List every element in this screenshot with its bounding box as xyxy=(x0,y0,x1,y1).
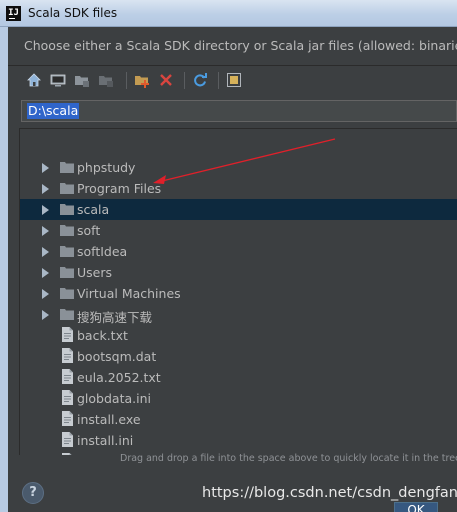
desktop-icon[interactable] xyxy=(50,72,66,88)
tree-folder-row[interactable]: Virtual Machines xyxy=(20,283,457,304)
tree-file-row[interactable]: install.ini xyxy=(20,430,457,451)
tree-folder-row[interactable]: scala xyxy=(20,199,457,220)
toolbar-separator xyxy=(126,72,127,89)
expand-arrow-icon[interactable] xyxy=(42,163,49,173)
tree-item-label: Users xyxy=(77,265,113,280)
tree-file-row[interactable]: bootsqm.dat xyxy=(20,346,457,367)
tree-item-label: install.exe xyxy=(77,412,141,427)
tree-item-label: scala xyxy=(77,202,110,217)
tree-item-label: Program Files xyxy=(77,181,162,196)
expand-arrow-icon[interactable] xyxy=(42,247,49,257)
tree-item-label: back.txt xyxy=(77,328,128,343)
tree-folder-row[interactable]: softIdea xyxy=(20,241,457,262)
window-title: Scala SDK files xyxy=(28,6,118,20)
toolbar-separator xyxy=(184,72,185,89)
tree-folder-row[interactable]: 搜狗高速下载 xyxy=(20,304,457,325)
tree-file-row[interactable]: install.exe xyxy=(20,409,457,430)
file-icon xyxy=(62,453,72,455)
folder-icon xyxy=(60,288,74,299)
intellij-app-icon: IJ xyxy=(6,6,21,21)
path-input[interactable]: D:\scala xyxy=(21,100,457,122)
file-icon xyxy=(62,348,73,363)
path-value: D:\scala xyxy=(27,103,80,119)
ok-button[interactable]: OK xyxy=(394,502,438,512)
file-icon xyxy=(62,369,73,384)
title-bar: IJ Scala SDK files xyxy=(0,0,457,27)
expand-arrow-icon[interactable] xyxy=(42,226,49,236)
tree-item-label: 搜狗高速下载 xyxy=(77,310,153,325)
help-button[interactable]: ? xyxy=(22,482,44,504)
tree-folder-row[interactable]: phpstudy xyxy=(20,157,457,178)
folder-icon xyxy=(60,267,74,278)
window-frame-left xyxy=(0,27,8,512)
dialog-content: Choose either a Scala SDK directory or S… xyxy=(8,27,457,512)
project-icon[interactable] xyxy=(74,72,90,88)
tree-folder-row[interactable]: Program Files xyxy=(20,178,457,199)
tree-item-label: globdata.ini xyxy=(77,391,151,406)
watermark: https://blog.csdn.net/csdn_dengfan xyxy=(202,485,457,501)
expand-arrow-icon[interactable] xyxy=(42,205,49,215)
folder-icon xyxy=(60,204,74,215)
new-folder-icon[interactable] xyxy=(134,72,150,88)
tree-item-label: softIdea xyxy=(77,244,128,259)
show-hidden-icon[interactable] xyxy=(226,72,242,88)
tree-item-label: phpstudy xyxy=(77,160,136,175)
home-icon[interactable] xyxy=(26,72,42,88)
tree-file-row[interactable]: globdata.ini xyxy=(20,388,457,409)
folder-icon xyxy=(60,246,74,257)
file-icon xyxy=(62,327,73,342)
tree-item-label: Virtual Machines xyxy=(77,286,181,301)
module-icon[interactable] xyxy=(98,72,114,88)
tree-folder-row[interactable]: soft xyxy=(20,220,457,241)
tree-folder-row[interactable]: Users xyxy=(20,262,457,283)
folder-icon xyxy=(60,225,74,236)
tree-file-row[interactable]: back.txt xyxy=(20,325,457,346)
file-icon xyxy=(62,390,73,405)
folder-icon xyxy=(60,162,74,173)
drag-drop-hint: Drag and drop a file into the space abov… xyxy=(120,453,457,464)
refresh-icon[interactable] xyxy=(192,72,208,88)
tree-item-label: bootsqm.dat xyxy=(77,349,157,364)
tree-item-label: soft xyxy=(77,223,101,238)
file-icon xyxy=(62,411,73,426)
delete-icon[interactable] xyxy=(158,72,174,88)
toolbar-separator xyxy=(218,72,219,89)
tree-item-label: eula.2052.txt xyxy=(77,370,161,385)
folder-icon xyxy=(60,309,74,320)
folder-icon xyxy=(60,183,74,194)
expand-arrow-icon[interactable] xyxy=(42,289,49,299)
expand-arrow-icon[interactable] xyxy=(42,310,49,320)
tree-item-label: install.ini xyxy=(77,433,134,448)
file-chooser-toolbar xyxy=(26,71,446,91)
tree-file-row[interactable]: eula.2052.txt xyxy=(20,367,457,388)
file-tree[interactable]: phpstudy Program Files scala soft softIdea Us… xyxy=(19,128,457,455)
dialog-description: Choose either a Scala SDK directory or S… xyxy=(24,38,457,53)
expand-arrow-icon[interactable] xyxy=(42,184,49,194)
file-icon xyxy=(62,432,73,447)
divider xyxy=(8,65,457,66)
expand-arrow-icon[interactable] xyxy=(42,268,49,278)
